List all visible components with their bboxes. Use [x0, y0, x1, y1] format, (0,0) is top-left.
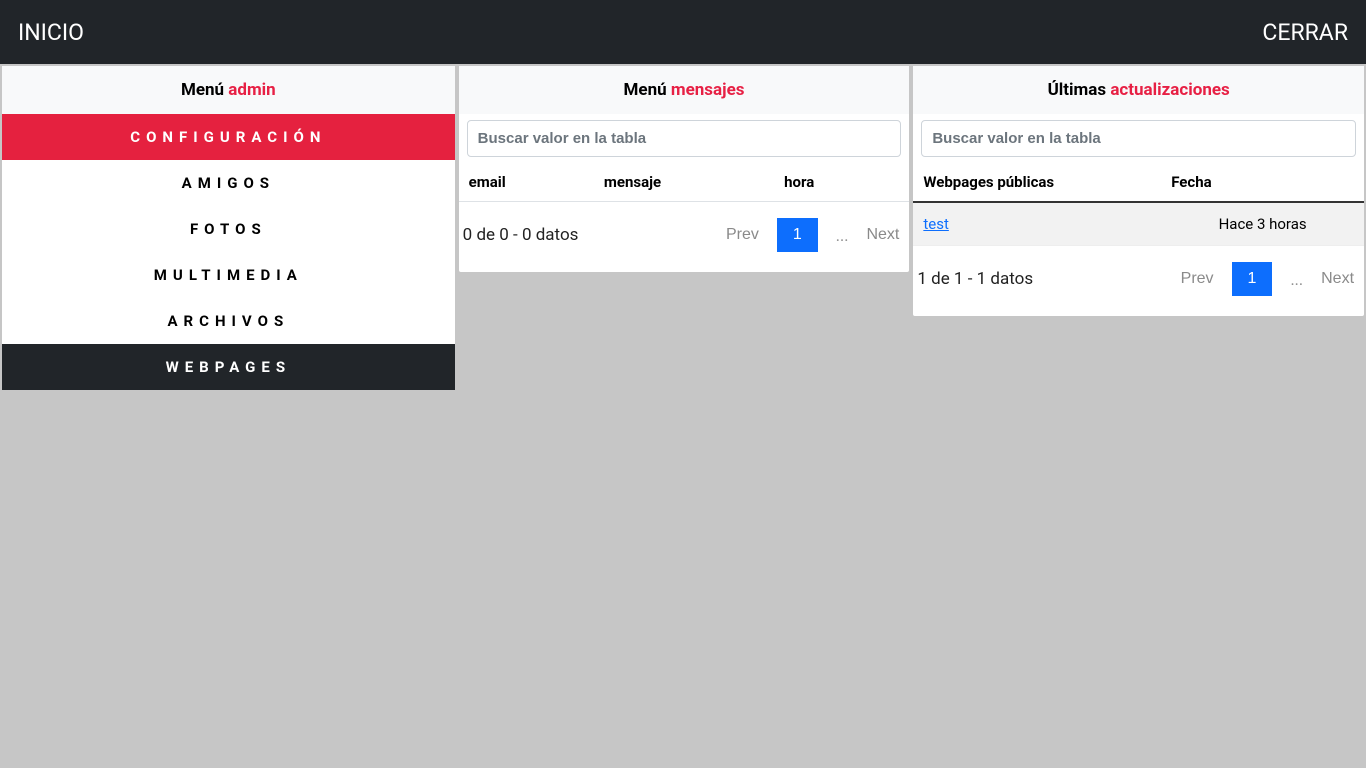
- messages-title: Menú mensajes: [459, 66, 910, 114]
- topbar: INICIO CERRAR: [0, 0, 1366, 64]
- updates-next-button[interactable]: Next: [1321, 270, 1354, 288]
- messages-pager: Prev 1 ... Next: [726, 218, 899, 252]
- sidebar-item-fotos[interactable]: FOTOS: [2, 206, 455, 252]
- messages-page-1-button[interactable]: 1: [777, 218, 818, 252]
- messages-col-message[interactable]: mensaje: [594, 163, 774, 202]
- sidebar-title-prefix: Menú: [181, 80, 228, 100]
- messages-count: 0 de 0 - 0 datos: [463, 225, 579, 245]
- sidebar-item-webpages[interactable]: WEBPAGES: [2, 344, 455, 390]
- sidebar-item-archivos[interactable]: ARCHIVOS: [2, 298, 455, 344]
- sidebar-title: Menú admin: [2, 66, 455, 114]
- updates-pager: Prev 1 ... Next: [1181, 262, 1354, 296]
- updates-col-date[interactable]: Fecha: [1161, 163, 1364, 202]
- messages-table: email mensaje hora: [459, 163, 910, 202]
- messages-next-button[interactable]: Next: [866, 226, 899, 244]
- updates-count: 1 de 1 - 1 datos: [917, 269, 1033, 289]
- messages-page-dots: ...: [836, 226, 849, 245]
- messages-prev-button[interactable]: Prev: [726, 226, 759, 244]
- updates-footer: 1 de 1 - 1 datos Prev 1 ... Next: [913, 246, 1364, 316]
- messages-search-input[interactable]: [467, 120, 902, 157]
- sidebar-title-accent: admin: [228, 80, 275, 100]
- messages-col-time[interactable]: hora: [774, 163, 909, 202]
- main-area: Menú admin CONFIGURACIÓNAMIGOSFOTOSMULTI…: [0, 64, 1366, 392]
- updates-table: Webpages públicas Fecha test Hace 3 hora…: [913, 163, 1364, 246]
- updates-row-date: Hace 3 horas: [1161, 202, 1364, 246]
- messages-title-prefix: Menú: [624, 80, 671, 100]
- table-row: test Hace 3 horas: [913, 202, 1364, 246]
- messages-panel: Menú mensajes email mensaje hora 0 de 0 …: [459, 66, 910, 272]
- sidebar-item-multimedia[interactable]: MULTIMEDIA: [2, 252, 455, 298]
- messages-footer: 0 de 0 - 0 datos Prev 1 ... Next: [459, 202, 910, 272]
- sidebar-item-amigos[interactable]: AMIGOS: [2, 160, 455, 206]
- updates-panel: Últimas actualizaciones Webpages pública…: [913, 66, 1364, 316]
- sidebar-panel: Menú admin CONFIGURACIÓNAMIGOSFOTOSMULTI…: [2, 66, 455, 390]
- sidebar-item-configuración[interactable]: CONFIGURACIÓN: [2, 114, 455, 160]
- updates-row-link[interactable]: test: [923, 215, 949, 233]
- updates-title: Últimas actualizaciones: [913, 66, 1364, 114]
- updates-title-accent: actualizaciones: [1110, 80, 1229, 100]
- updates-prev-button[interactable]: Prev: [1181, 270, 1214, 288]
- updates-search-input[interactable]: [921, 120, 1356, 157]
- updates-col-webpages[interactable]: Webpages públicas: [913, 163, 1161, 202]
- close-link[interactable]: CERRAR: [1262, 19, 1348, 46]
- updates-page-1-button[interactable]: 1: [1232, 262, 1273, 296]
- messages-col-email[interactable]: email: [459, 163, 594, 202]
- updates-title-prefix: Últimas: [1048, 80, 1111, 100]
- updates-page-dots: ...: [1290, 270, 1303, 289]
- messages-title-accent: mensajes: [671, 80, 745, 100]
- home-link[interactable]: INICIO: [18, 19, 84, 46]
